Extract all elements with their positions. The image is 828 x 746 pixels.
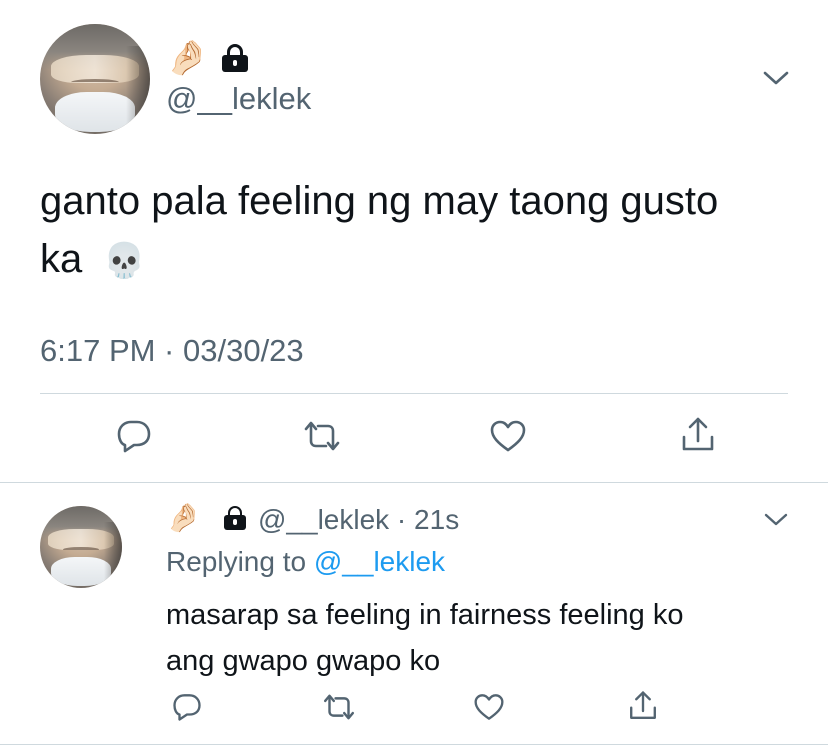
like-icon[interactable] bbox=[470, 690, 508, 724]
divider bbox=[0, 744, 828, 745]
like-icon[interactable] bbox=[486, 416, 530, 456]
tweet-text-line: ganto pala feeling ng may taong gusto bbox=[40, 179, 719, 223]
reply-header: @__leklek · 21s bbox=[258, 502, 459, 538]
replying-to: Replying to @__leklek bbox=[166, 544, 445, 580]
share-icon[interactable] bbox=[676, 414, 720, 456]
reply-icon[interactable] bbox=[168, 690, 206, 724]
retweet-icon[interactable] bbox=[298, 416, 346, 456]
separator: · bbox=[389, 504, 415, 535]
author-handle[interactable]: @__leklek bbox=[258, 504, 389, 535]
skull-emoji: 💀 bbox=[103, 241, 146, 281]
avatar[interactable] bbox=[40, 506, 122, 588]
tweet-text-line: ang gwapo gwapo ko bbox=[166, 645, 441, 677]
timestamp[interactable]: 6:17 PM · 03/30/23 bbox=[40, 332, 304, 370]
author-handle[interactable]: @__leklek bbox=[166, 80, 311, 118]
lock-icon bbox=[222, 44, 248, 72]
tweet-text: ganto pala feeling ng may taong gusto ka… bbox=[40, 172, 800, 290]
divider bbox=[0, 482, 828, 483]
chevron-down-icon[interactable] bbox=[760, 508, 792, 532]
pinched-fingers-emoji: 🤌🏻 bbox=[166, 38, 209, 78]
tweet-text-line: ka 💀 bbox=[40, 230, 800, 290]
divider bbox=[40, 393, 788, 394]
replying-to-handle[interactable]: @__leklek bbox=[314, 546, 445, 577]
share-icon[interactable] bbox=[624, 688, 662, 724]
avatar[interactable] bbox=[40, 24, 150, 134]
reply-icon[interactable] bbox=[112, 416, 156, 456]
replying-to-label: Replying to bbox=[166, 546, 307, 577]
tweet-text: masarap sa feeling in fairness feeling k… bbox=[166, 592, 806, 684]
tweet-text-line: masarap sa feeling in fairness feeling k… bbox=[166, 599, 684, 631]
pinched-fingers-emoji: 🤌🏻 bbox=[166, 501, 201, 534]
lock-icon bbox=[224, 506, 246, 530]
retweet-icon[interactable] bbox=[318, 690, 360, 724]
tweet-text-segment: ka bbox=[40, 237, 83, 281]
time-ago[interactable]: 21s bbox=[414, 504, 459, 535]
chevron-down-icon[interactable] bbox=[760, 64, 792, 92]
